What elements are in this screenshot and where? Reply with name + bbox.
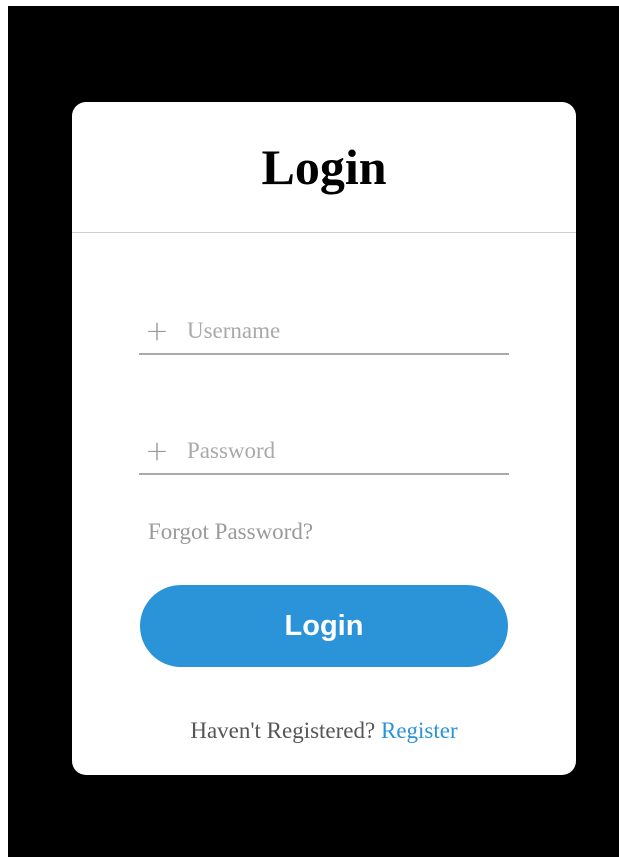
username-field: + bbox=[139, 309, 509, 355]
username-input[interactable] bbox=[187, 318, 487, 344]
register-link[interactable]: Register bbox=[381, 718, 458, 743]
plus-icon: + bbox=[145, 434, 169, 467]
forgot-password-link[interactable]: Forgot Password? bbox=[148, 519, 313, 545]
login-card: Login + + Forgot Password? Login Haven't… bbox=[72, 102, 576, 775]
page-background: Login + + Forgot Password? Login Haven't… bbox=[8, 6, 619, 857]
page-title: Login bbox=[261, 139, 387, 195]
register-prompt-line: Haven't Registered? Register bbox=[72, 718, 576, 744]
login-button[interactable]: Login bbox=[140, 585, 508, 667]
password-field: + bbox=[139, 429, 509, 475]
register-prompt-text: Haven't Registered? bbox=[190, 718, 376, 743]
card-header: Login bbox=[72, 102, 576, 233]
password-input[interactable] bbox=[187, 438, 487, 464]
plus-icon: + bbox=[145, 314, 169, 347]
